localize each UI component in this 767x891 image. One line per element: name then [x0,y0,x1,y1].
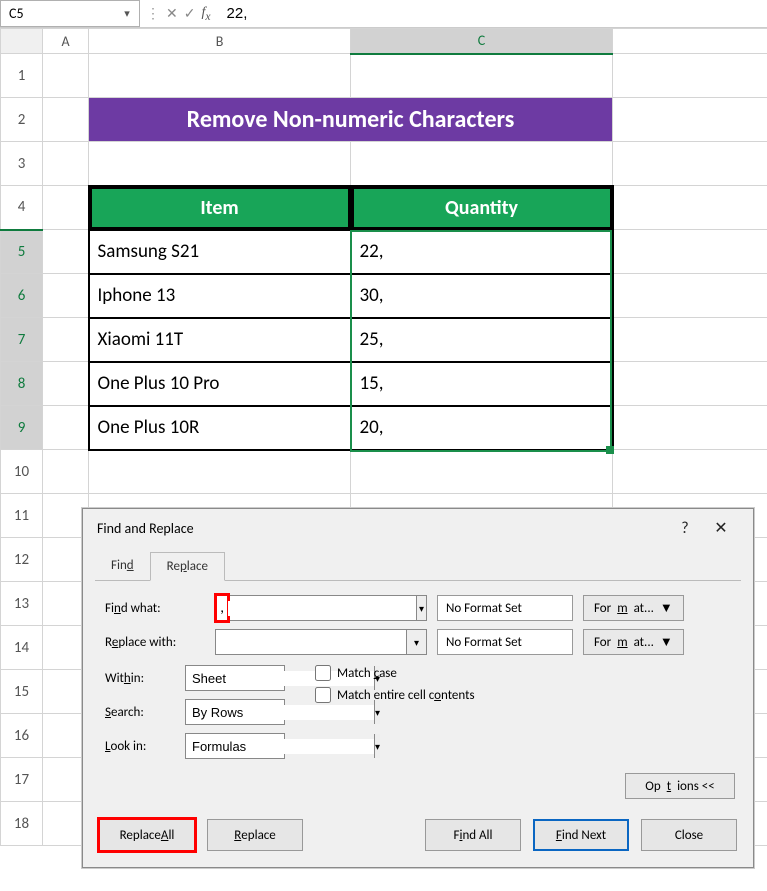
row-header-16[interactable]: 16 [1,714,43,758]
chevron-down-icon[interactable]: ▾ [374,734,380,758]
row-header-2[interactable]: 2 [1,98,43,142]
title-banner: Remove Non-numeric Characters [89,98,612,141]
find-what-label: Find what: [105,601,205,616]
cancel-icon[interactable]: ✕ [166,5,178,22]
within-label: Within: [105,671,175,686]
options-button[interactable]: Options << [625,773,735,799]
close-icon[interactable]: ✕ [703,518,739,538]
find-format-preview: No Format Set [437,595,573,621]
find-what-input[interactable]: , ▾ [215,595,427,621]
table-header-item: Item [90,187,350,229]
replace-format-button[interactable]: Format...▼ [583,629,684,655]
row-header-12[interactable]: 12 [1,538,43,582]
search-select[interactable]: ▾ [185,699,285,725]
lookin-label: Look in: [105,739,175,754]
replace-button[interactable]: Replace [207,819,303,851]
col-header-B[interactable]: B [89,29,351,54]
replace-format-preview: No Format Set [437,629,573,655]
cell-item[interactable]: One Plus 10R [90,407,350,449]
row-header-1[interactable]: 1 [1,54,43,98]
col-header-C[interactable]: C [351,29,613,54]
chevron-down-icon: ▼ [660,634,673,650]
chevron-down-icon: ▼ [660,600,673,616]
table-header-qty: Quantity [352,187,612,229]
row-header-3[interactable]: 3 [1,142,43,186]
col-header-rest[interactable] [613,29,767,54]
cell-qty[interactable]: 30, [352,275,612,317]
close-button[interactable]: Close [641,819,737,851]
enter-icon[interactable]: ✓ [184,5,196,22]
find-all-button[interactable]: Find All [425,819,521,851]
match-case-checkbox[interactable] [315,665,331,681]
select-all-corner[interactable] [1,29,43,54]
cell-item[interactable]: Samsung S21 [90,231,350,273]
find-replace-dialog[interactable]: Find and Replace ? ✕ Find Replace Find w… [82,508,754,868]
formula-bar-input[interactable] [217,0,767,27]
match-entire-label: Match entire cell contents [337,688,475,703]
separator-icon: ⋮ [146,5,160,22]
cell-qty[interactable]: 20, [352,407,612,449]
search-label: Search: [105,705,175,720]
row-header-14[interactable]: 14 [1,626,43,670]
find-next-button[interactable]: Find Next [533,819,629,851]
tab-find[interactable]: Find [95,552,150,581]
dialog-title: Find and Replace [97,520,194,537]
lookin-select[interactable]: ▾ [185,733,285,759]
name-box[interactable]: C5 ▾ [0,0,140,27]
cell-qty[interactable]: 22, [352,231,612,273]
row-header-15[interactable]: 15 [1,670,43,714]
fx-icon[interactable]: fx [201,5,210,23]
chevron-down-icon[interactable]: ▾ [416,596,426,620]
replace-with-label: Replace with: [105,635,205,650]
row-header-11[interactable]: 11 [1,494,43,538]
formula-bar-buttons: ⋮ ✕ ✓ fx [140,0,217,27]
find-format-button[interactable]: Format...▼ [583,595,684,621]
match-case-label: Match case [337,666,397,681]
tab-replace[interactable]: Replace [150,552,225,581]
row-header-7[interactable]: 7 [1,318,43,362]
chevron-down-icon[interactable]: ▾ [119,5,135,21]
cell-item[interactable]: Xiaomi 11T [90,319,350,361]
chevron-down-icon[interactable]: ▾ [406,630,426,654]
cell-qty[interactable]: 15, [352,363,612,405]
find-what-value: , [216,595,228,621]
row-header-13[interactable]: 13 [1,582,43,626]
cell-qty[interactable]: 25, [352,319,612,361]
help-icon[interactable]: ? [667,519,703,538]
within-select[interactable]: ▾ [185,665,285,691]
row-header-5[interactable]: 5 [1,230,43,274]
row-header-6[interactable]: 6 [1,274,43,318]
match-entire-checkbox[interactable] [315,687,331,703]
cell-item[interactable]: One Plus 10 Pro [90,363,350,405]
replace-all-button[interactable]: Replace All [99,819,195,851]
row-header-17[interactable]: 17 [1,758,43,802]
cell-item[interactable]: Iphone 13 [90,275,350,317]
col-header-A[interactable]: A [43,29,89,54]
row-header-8[interactable]: 8 [1,362,43,406]
row-header-9[interactable]: 9 [1,406,43,450]
row-header-10[interactable]: 10 [1,450,43,494]
row-header-18[interactable]: 18 [1,802,43,846]
row-header-4[interactable]: 4 [1,186,43,230]
replace-with-input[interactable]: ▾ [215,629,427,655]
name-box-value: C5 [9,5,24,22]
